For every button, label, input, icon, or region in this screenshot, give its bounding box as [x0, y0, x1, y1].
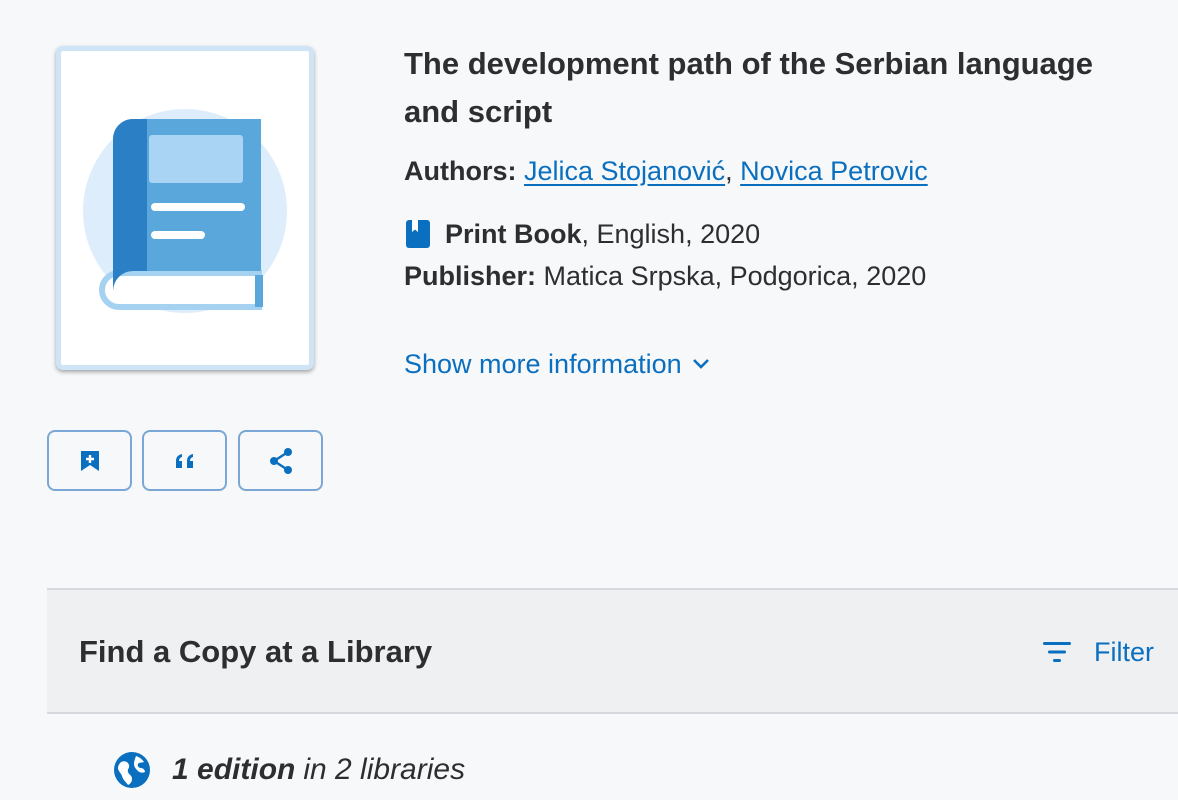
- share-button[interactable]: [238, 430, 323, 491]
- publisher-label: Publisher:: [404, 261, 537, 291]
- format-row: Print Book, English, 2020: [404, 216, 760, 252]
- book-cover[interactable]: [56, 46, 314, 370]
- edition-libraries: in 2 libraries: [303, 753, 466, 786]
- page: The development path of the Serbian lang…: [0, 0, 1178, 800]
- quote-icon: [175, 453, 193, 468]
- author-link[interactable]: Novica Petrovic: [740, 156, 928, 186]
- show-more-label: Show more information: [404, 349, 682, 379]
- book-title: The development path of the Serbian lang…: [404, 46, 1093, 129]
- find-copy-header: Find a Copy at a Library Filter: [47, 588, 1178, 714]
- publisher-value: Matica Srpska, Podgorica, 2020: [543, 261, 927, 291]
- find-copy-title: Find a Copy at a Library: [79, 634, 433, 669]
- chevron-down-icon: [692, 359, 709, 369]
- author-separator: ,: [725, 156, 733, 186]
- authors-row: Authors: Jelica Stojanović, Novica Petro…: [404, 153, 928, 189]
- publisher-row: Publisher: Matica Srpska, Podgorica, 202…: [404, 258, 926, 294]
- globe-icon: [114, 752, 150, 788]
- editions-summary[interactable]: 1 edition in 2 libraries: [112, 750, 465, 790]
- filter-icon: [1043, 642, 1071, 662]
- edition-count: 1 edition: [172, 753, 296, 786]
- bookmark-add-icon: [80, 450, 99, 471]
- format-details: , English, 2020: [581, 219, 761, 249]
- share-icon: [269, 447, 292, 474]
- book-icon: [406, 220, 430, 248]
- show-more-link[interactable]: Show more information: [404, 346, 710, 382]
- save-button[interactable]: [47, 430, 132, 491]
- author-link[interactable]: Jelica Stojanović: [524, 156, 725, 186]
- book-illustration-icon: [83, 109, 287, 313]
- filter-button[interactable]: Filter: [1042, 632, 1154, 672]
- authors-label: Authors:: [404, 156, 517, 186]
- filter-label: Filter: [1094, 637, 1154, 667]
- cite-button[interactable]: [142, 430, 227, 491]
- format-label: Print Book: [445, 219, 582, 249]
